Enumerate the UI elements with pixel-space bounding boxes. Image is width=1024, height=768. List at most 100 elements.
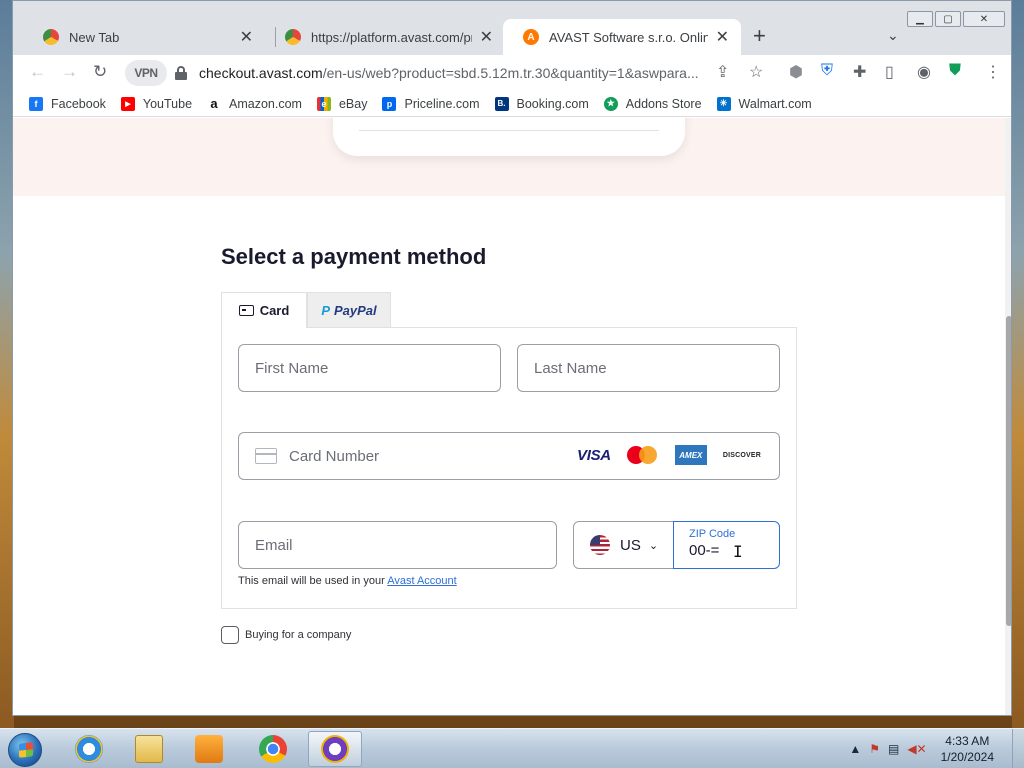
close-window-button[interactable]: ✕ bbox=[963, 11, 1005, 27]
taskbar-internet-explorer[interactable] bbox=[62, 731, 116, 767]
extensions-puzzle-icon[interactable]: ✚ bbox=[853, 62, 866, 82]
network-icon[interactable]: ▤ bbox=[888, 742, 899, 756]
bookmark-facebook[interactable]: f Facebook bbox=[29, 96, 106, 111]
bookmark-ebay[interactable]: e eBay bbox=[316, 96, 367, 111]
chrome-icon bbox=[285, 29, 301, 45]
url-path: /en-us/web?product=sbd.5.12m.tr.30&quant… bbox=[322, 65, 699, 81]
amazon-icon: a bbox=[207, 96, 222, 111]
maximize-button[interactable]: ▢ bbox=[935, 11, 961, 27]
close-tab-icon[interactable]: ✕ bbox=[240, 27, 253, 47]
show-desktop-button[interactable] bbox=[1012, 729, 1024, 768]
tab-new-tab[interactable]: New Tab ✕ bbox=[23, 19, 265, 55]
taskbar-chrome[interactable] bbox=[246, 731, 300, 767]
side-panel-icon[interactable]: ▯ bbox=[885, 62, 894, 82]
chrome-icon bbox=[259, 735, 287, 763]
taskbar-media-player[interactable] bbox=[182, 731, 236, 767]
clock[interactable]: 4:33 AM 1/20/2024 bbox=[941, 733, 994, 765]
first-name-field[interactable] bbox=[238, 344, 501, 392]
folder-icon bbox=[135, 735, 163, 763]
text-cursor-icon: I bbox=[733, 542, 743, 561]
card-number-icon bbox=[255, 448, 277, 464]
clock-time: 4:33 AM bbox=[945, 734, 990, 748]
tab-platform-avast[interactable]: https://platform.avast.com/pro ✕ bbox=[265, 19, 505, 55]
credit-card-icon bbox=[238, 305, 254, 316]
tab-title: https://platform.avast.com/pro bbox=[311, 29, 472, 45]
first-name-input[interactable] bbox=[255, 359, 500, 377]
vpn-button[interactable]: VPN bbox=[125, 60, 167, 86]
avast-browser-icon bbox=[321, 735, 349, 763]
page-scrollbar[interactable] bbox=[1005, 118, 1011, 715]
tab-card[interactable]: Card bbox=[221, 292, 307, 328]
zip-code-field[interactable]: ZIP Code 00-= bbox=[673, 521, 780, 569]
close-tab-icon[interactable]: ✕ bbox=[480, 27, 493, 47]
booking-icon: B. bbox=[494, 96, 509, 111]
tab-search-chevron-icon[interactable]: ⌄ bbox=[887, 27, 899, 44]
new-tab-button[interactable]: + bbox=[753, 25, 766, 47]
product-summary-band bbox=[13, 118, 1005, 196]
discover-logo: DISCOVER bbox=[722, 451, 761, 459]
media-player-icon bbox=[195, 735, 223, 763]
forward-arrow-icon[interactable]: → bbox=[61, 62, 78, 82]
avast-account-link[interactable]: Avast Account bbox=[387, 575, 457, 587]
extension-shield-icon[interactable]: ⬢ bbox=[789, 62, 803, 82]
address-bar[interactable]: checkout.avast.com /en-us/web?product=sb… bbox=[171, 59, 771, 87]
last-name-input[interactable] bbox=[534, 359, 779, 377]
chrome-icon bbox=[43, 29, 59, 45]
addons-store-icon: ★ bbox=[603, 96, 618, 111]
bookmark-star-icon[interactable]: ☆ bbox=[749, 62, 763, 82]
priceline-icon: p bbox=[382, 96, 397, 111]
facebook-icon: f bbox=[29, 96, 43, 111]
us-flag-icon bbox=[590, 535, 610, 555]
reload-icon[interactable]: ↻ bbox=[93, 62, 107, 82]
bookmark-label: Priceline.com bbox=[404, 96, 480, 111]
card-number-field[interactable]: VISA AMEX DISCOVER bbox=[238, 432, 780, 480]
last-name-field[interactable] bbox=[517, 344, 780, 392]
action-center-icon[interactable]: ⚑ bbox=[869, 742, 880, 756]
bookmark-walmart[interactable]: ✳ Walmart.com bbox=[716, 96, 812, 111]
email-input[interactable] bbox=[255, 536, 556, 554]
tray-expand-icon[interactable]: ▲ bbox=[849, 742, 861, 756]
taskbar-file-explorer[interactable] bbox=[122, 731, 176, 767]
bookmark-amazon[interactable]: a Amazon.com bbox=[207, 96, 302, 111]
page-viewport: Select a payment method Card P PayPal VI… bbox=[13, 118, 1011, 715]
chevron-down-icon: ⌄ bbox=[648, 539, 659, 552]
bookmark-youtube[interactable]: ▶ YouTube bbox=[120, 96, 192, 111]
url-host: checkout.avast.com bbox=[199, 65, 323, 81]
email-hint: This email will be used in your Avast Ac… bbox=[238, 575, 457, 587]
bookmark-priceline[interactable]: p Priceline.com bbox=[382, 96, 480, 111]
start-button[interactable] bbox=[8, 733, 42, 767]
lock-icon[interactable] bbox=[175, 66, 187, 80]
company-checkbox[interactable] bbox=[221, 626, 239, 644]
system-tray: ▲ ⚑ ▤ ◀✕ 4:33 AM 1/20/2024 bbox=[849, 729, 1024, 768]
scrollbar-thumb[interactable] bbox=[1006, 316, 1011, 626]
avast-shield-icon[interactable]: ⛊ bbox=[949, 62, 961, 80]
bookmark-addons-store[interactable]: ★ Addons Store bbox=[603, 96, 702, 111]
email-field[interactable] bbox=[238, 521, 557, 569]
buying-for-company-option[interactable]: Buying for a company bbox=[221, 626, 351, 644]
country-select[interactable]: US ⌄ bbox=[573, 521, 675, 569]
bookmark-label: Booking.com bbox=[516, 96, 589, 111]
tab-title: New Tab bbox=[69, 29, 120, 45]
paypal-icon: P bbox=[321, 303, 330, 318]
bookmark-booking[interactable]: B. Booking.com bbox=[494, 96, 589, 111]
back-arrow-icon[interactable]: ← bbox=[29, 62, 46, 82]
tab-avast-store[interactable]: A AVAST Software s.r.o. Online Stor ✕ bbox=[503, 19, 741, 55]
walmart-icon: ✳ bbox=[716, 96, 731, 111]
tab-strip: ▁ ▢ ✕ New Tab ✕ https://platform.avast.c… bbox=[13, 1, 1011, 55]
extension-lock-icon[interactable]: ⛨ bbox=[821, 62, 833, 80]
divider bbox=[359, 130, 659, 131]
country-code: US bbox=[620, 536, 641, 554]
close-tab-icon[interactable]: ✕ bbox=[716, 27, 729, 47]
volume-muted-icon[interactable]: ◀✕ bbox=[907, 742, 926, 756]
share-icon[interactable]: ⇪ bbox=[716, 62, 729, 82]
card-number-input[interactable] bbox=[289, 447, 569, 465]
profile-icon[interactable]: ◉ bbox=[917, 62, 931, 82]
tab-paypal[interactable]: P PayPal bbox=[307, 292, 391, 328]
company-checkbox-label: Buying for a company bbox=[245, 629, 352, 641]
tab-title: AVAST Software s.r.o. Online Stor bbox=[549, 29, 708, 45]
browser-menu-icon[interactable]: ⋮ bbox=[985, 62, 1001, 82]
minimize-button[interactable]: ▁ bbox=[907, 11, 933, 27]
taskbar-avast-browser[interactable] bbox=[308, 731, 362, 767]
browser-toolbar: ← → ↻ VPN checkout.avast.com /en-us/web?… bbox=[13, 55, 1011, 91]
card-brands: VISA AMEX DISCOVER bbox=[577, 445, 761, 465]
